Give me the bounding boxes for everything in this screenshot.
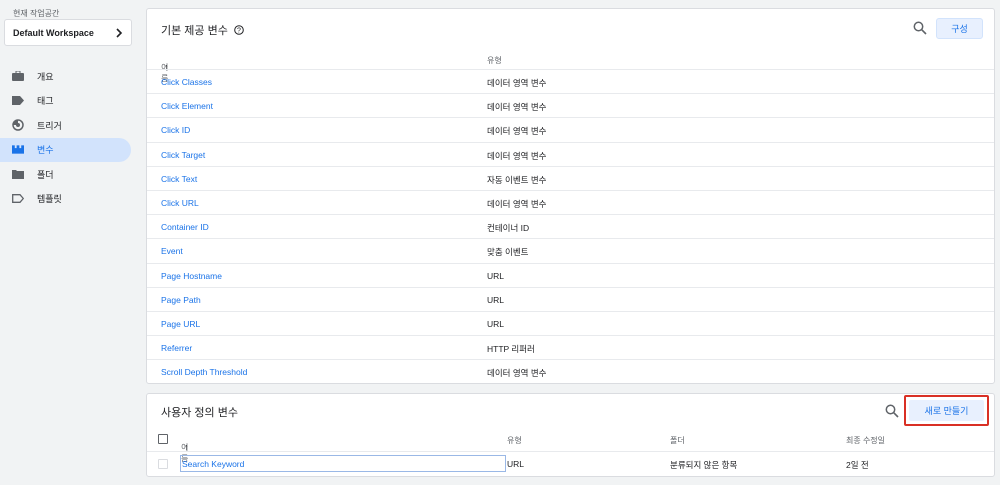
- table-row[interactable]: Click Target 데이터 영역 변수: [147, 141, 994, 166]
- workspace-selector[interactable]: Default Workspace: [4, 19, 132, 46]
- column-header-type[interactable]: 유형: [507, 435, 522, 446]
- table-row[interactable]: Referrer HTTP 리퍼러: [147, 335, 994, 359]
- table-row[interactable]: Search Keyword URL 분류되지 않은 항목 2일 전: [147, 451, 994, 476]
- variable-name-link[interactable]: Container ID: [161, 222, 209, 232]
- variable-folder: 분류되지 않은 항목: [670, 460, 738, 470]
- trigger-icon: [12, 119, 24, 131]
- variable-name-link[interactable]: Page URL: [161, 319, 200, 329]
- variable-type: 컨테이너 ID: [487, 223, 530, 234]
- table-row[interactable]: Page URL URL: [147, 311, 994, 335]
- card-title: 기본 제공 변수: [161, 25, 228, 37]
- variable-name-link[interactable]: Event: [161, 246, 183, 256]
- variable-type: URL: [487, 319, 505, 329]
- variable-name-link[interactable]: Scroll Depth Threshold: [161, 367, 247, 377]
- template-icon: [12, 193, 24, 205]
- table-header: 이름 ↑ 유형 폴더 최종 수정일: [181, 435, 886, 463]
- variable-name-link[interactable]: Click Target: [161, 150, 205, 160]
- tag-icon: [12, 95, 24, 107]
- table-row[interactable]: Container ID 컨테이너 ID: [147, 214, 994, 238]
- table-row[interactable]: Click Classes 데이터 영역 변수: [147, 69, 994, 93]
- table-row[interactable]: Scroll Depth Threshold 데이터 영역 변수: [147, 359, 994, 383]
- variable-type: 데이터 영역 변수: [487, 126, 547, 137]
- variable-type: URL: [487, 270, 505, 281]
- variable-type: 데이터 영역 변수: [487, 78, 547, 88]
- variable-name-link[interactable]: Click URL: [161, 198, 199, 208]
- sidebar-item-label: 트리거: [37, 120, 62, 131]
- variable-type: HTTP 리퍼러: [487, 344, 535, 355]
- sidebar: 현재 작업공간 Default Workspace 개요 태그 트리거 변수 폴…: [0, 0, 138, 485]
- variable-type: URL: [487, 294, 505, 305]
- table-header: 이름 ↑ 유형: [161, 55, 502, 83]
- variable-name-link[interactable]: Page Hostname: [161, 271, 222, 281]
- variable-type: 맞춤 이벤트: [487, 247, 529, 258]
- variable-type: 데이터 영역 변수: [487, 150, 547, 161]
- user-variables-card: 사용자 정의 변수 이름 ↑ 유형 폴더 최종 수정일 Search Keywor…: [146, 393, 995, 477]
- sidebar-item-label: 태그: [37, 96, 54, 107]
- table-row[interactable]: Click Text 자동 이벤트 변수: [147, 165, 994, 190]
- sidebar-item-tags[interactable]: 태그: [0, 89, 131, 114]
- sidebar-item-triggers[interactable]: 트리거: [0, 113, 131, 138]
- variable-type: 데이터 영역 변수: [487, 102, 547, 113]
- user-variables-heading: 사용자 정의 변수: [161, 404, 238, 420]
- table-row[interactable]: Click URL 데이터 영역 변수: [147, 190, 994, 214]
- search-icon[interactable]: [885, 404, 899, 418]
- variable-name-link[interactable]: Page Path: [161, 295, 201, 305]
- sidebar-item-variables[interactable]: 변수: [0, 137, 131, 162]
- variable-modified: 2일 전: [846, 460, 869, 470]
- sidebar-item-templates[interactable]: 템플릿: [0, 187, 131, 212]
- variable-name-link[interactable]: Referrer: [161, 343, 192, 353]
- variable-type: 데이터 영역 변수: [487, 368, 547, 379]
- sidebar-item-label: 폴더: [37, 169, 54, 180]
- briefcase-icon: [12, 70, 24, 82]
- table-row[interactable]: Event 맞춤 이벤트: [147, 238, 994, 262]
- table-row[interactable]: Page Hostname URL: [147, 262, 994, 287]
- sidebar-nav: 개요 태그 트리거 변수 폴더 템플릿: [0, 64, 138, 211]
- variables-icon: [12, 144, 24, 156]
- column-header-modified[interactable]: 최종 수정일: [846, 435, 885, 446]
- variable-name-link[interactable]: Click ID: [161, 125, 190, 135]
- table-row[interactable]: Click Element 데이터 영역 변수: [147, 93, 994, 117]
- workspace-label: 현재 작업공간: [13, 9, 60, 18]
- table-row[interactable]: Click ID 데이터 영역 변수: [147, 117, 994, 141]
- search-icon[interactable]: [913, 21, 927, 35]
- builtin-variables-card: 기본 제공 변수 ? 구성 이름 ↑ 유형 Click Classes 데이터 영역…: [146, 8, 995, 384]
- configure-button[interactable]: 구성: [936, 18, 983, 39]
- row-checkbox[interactable]: [158, 459, 168, 469]
- chevron-right-icon: [116, 27, 123, 38]
- new-variable-label: 새로 만들기: [909, 400, 984, 421]
- variable-type: 자동 이벤트 변수: [487, 174, 547, 185]
- help-icon[interactable]: ?: [234, 25, 244, 35]
- sidebar-item-label: 개요: [37, 71, 54, 82]
- column-header-type[interactable]: 유형: [487, 55, 502, 66]
- sidebar-item-label: 템플릿: [37, 194, 62, 205]
- builtin-variables-heading: 기본 제공 변수 ?: [161, 22, 244, 38]
- variable-type: URL: [507, 459, 525, 469]
- variable-name-link[interactable]: Click Text: [161, 174, 197, 184]
- sidebar-item-folders[interactable]: 폴더: [0, 162, 131, 187]
- variable-name-link[interactable]: Click Element: [161, 101, 213, 111]
- svg-text:?: ?: [237, 28, 241, 35]
- variable-name-link[interactable]: Search Keyword: [180, 455, 506, 472]
- column-header-folder[interactable]: 폴더: [670, 435, 685, 446]
- workspace-name: Default Workspace: [13, 27, 94, 38]
- variable-name-link[interactable]: Click Classes: [161, 77, 212, 87]
- card-title: 사용자 정의 변수: [161, 407, 238, 419]
- folder-icon: [12, 168, 24, 180]
- sidebar-item-label: 변수: [37, 145, 54, 156]
- sidebar-item-overview[interactable]: 개요: [0, 64, 131, 89]
- variable-type: 데이터 영역 변수: [487, 199, 547, 209]
- table-row[interactable]: Page Path URL: [147, 286, 994, 311]
- new-variable-button[interactable]: 새로 만들기: [904, 395, 989, 426]
